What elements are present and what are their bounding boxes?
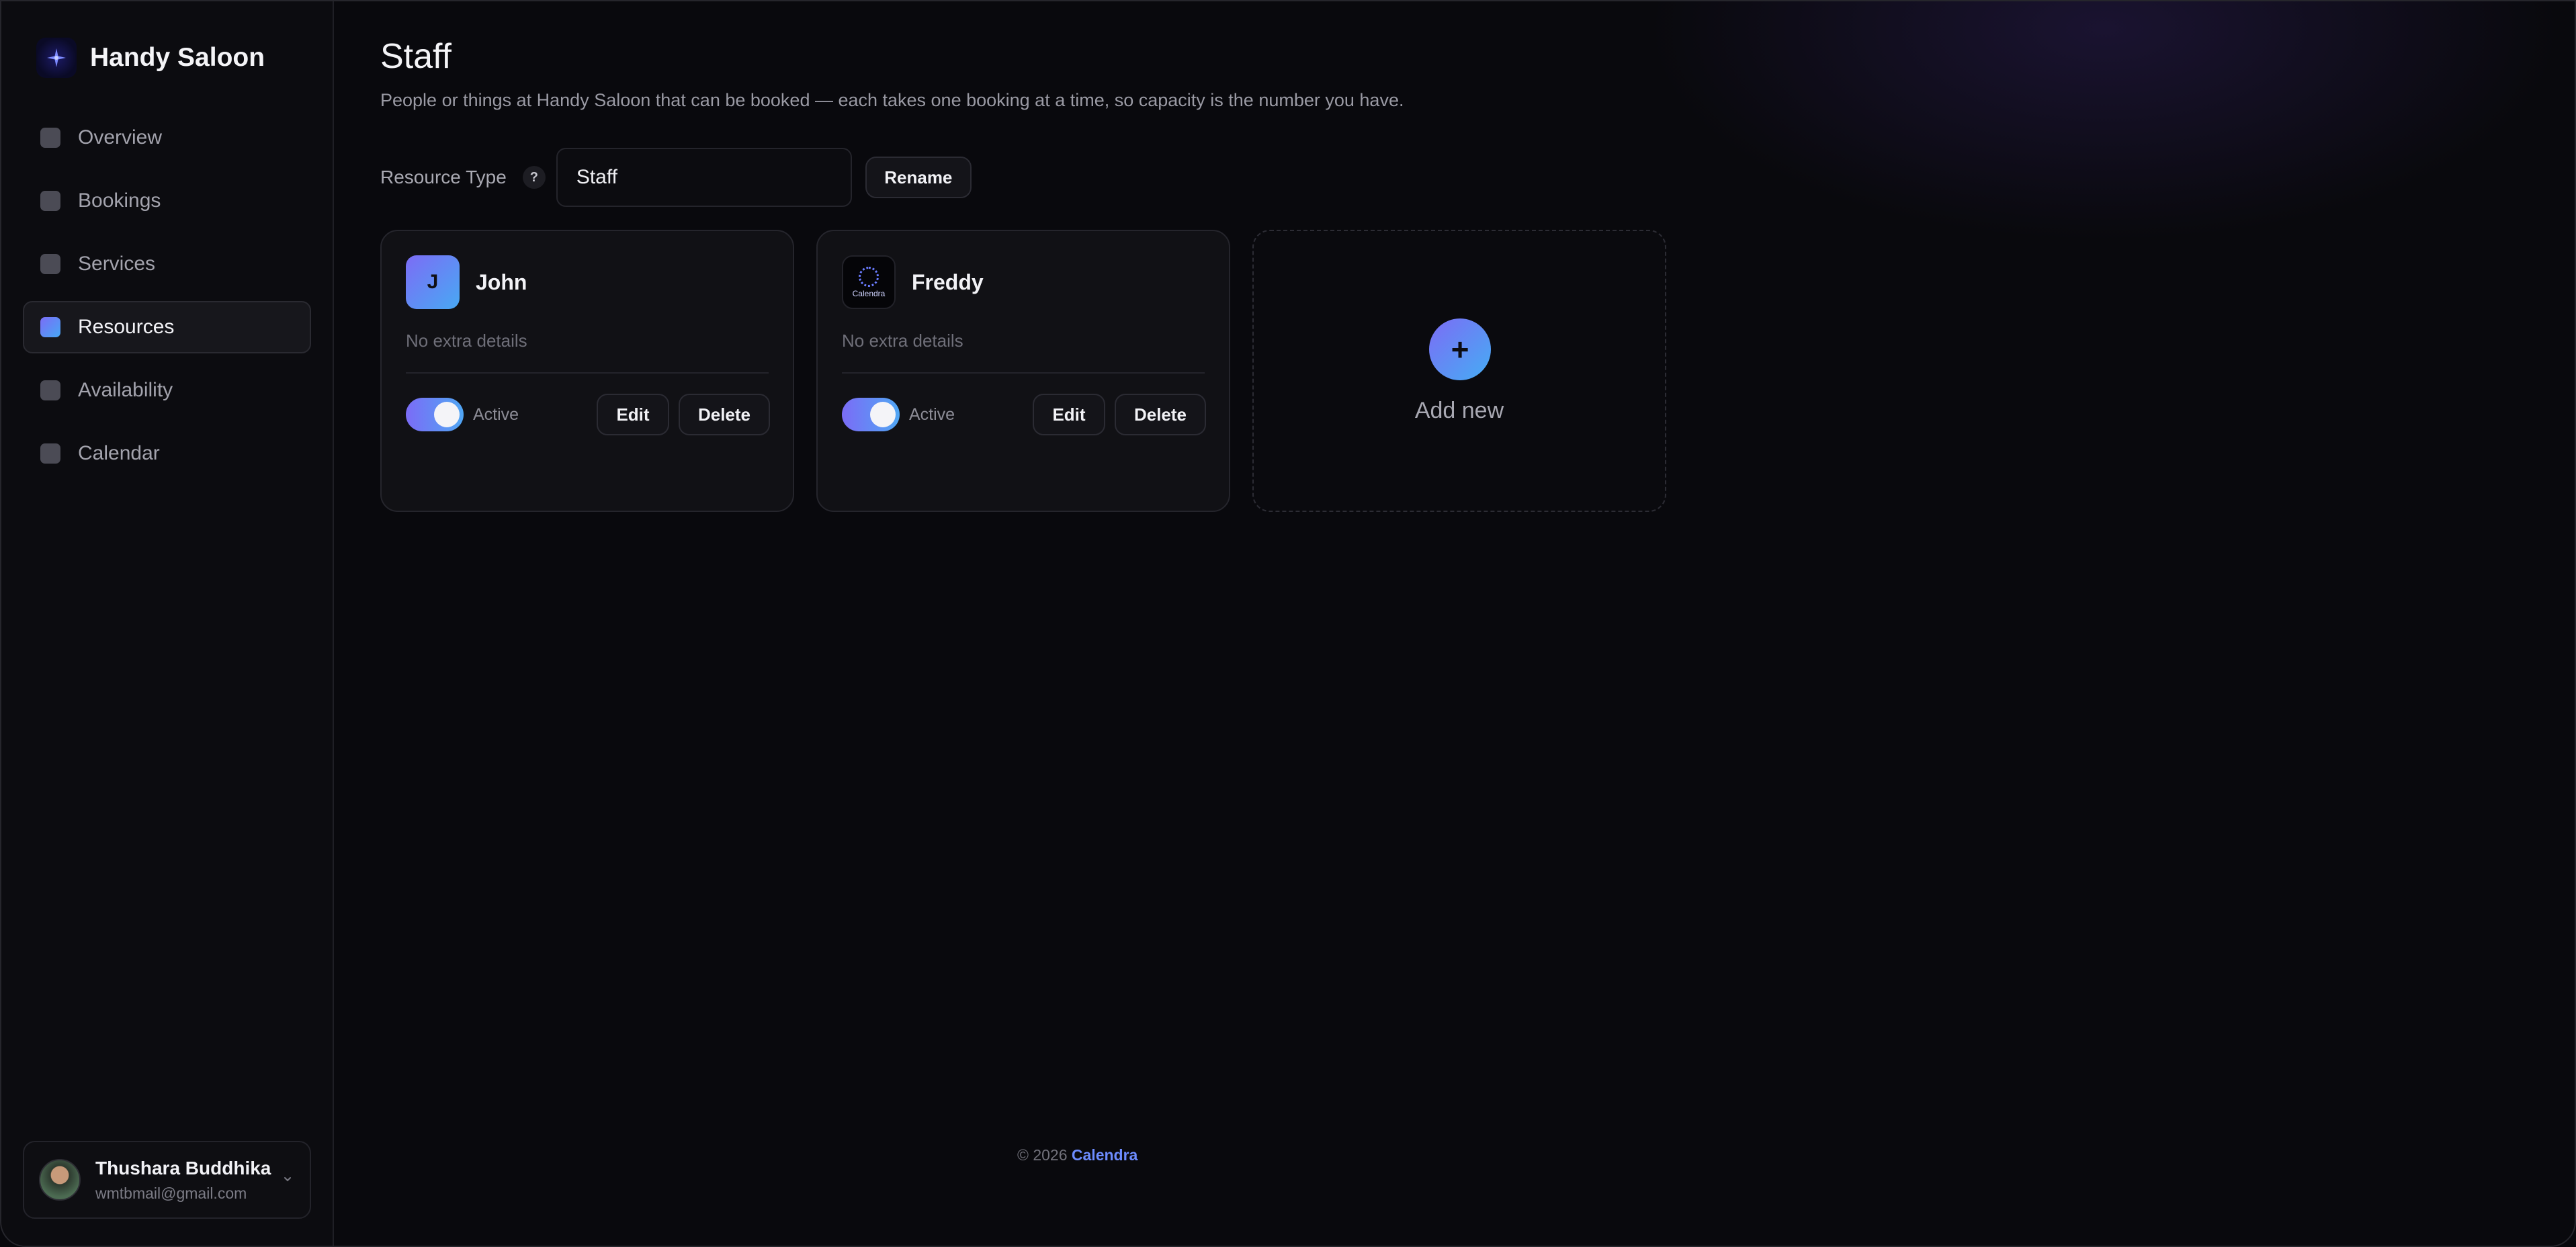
logo-text: Calendra [852, 288, 886, 298]
sidebar: Handy Saloon Overview Bookings Services … [1, 1, 334, 1246]
sidebar-nav: Overview Bookings Services Resources Ava… [23, 112, 311, 490]
resources-icon [40, 317, 60, 337]
copyright-text: © 2026 [1017, 1146, 1068, 1164]
sidebar-item-bookings[interactable]: Bookings [23, 175, 311, 227]
user-menu[interactable]: Thushara Buddhika wmtbmail@gmail.com [23, 1141, 311, 1219]
sidebar-item-label: Overview [78, 126, 163, 148]
edit-button[interactable]: Edit [597, 394, 669, 435]
resource-name: John [476, 269, 527, 294]
rename-button[interactable]: Rename [865, 157, 972, 198]
divider [842, 372, 1205, 374]
calendar-icon [40, 443, 60, 464]
services-icon [40, 254, 60, 274]
availability-icon [40, 380, 60, 400]
toggle-knob [434, 402, 460, 427]
resource-card: J John No extra details Active Edit Dele… [380, 230, 794, 512]
sidebar-item-resources[interactable]: Resources [23, 301, 311, 353]
avatar [39, 1159, 81, 1201]
add-new-card[interactable]: + Add new [1252, 230, 1666, 512]
sidebar-item-availability[interactable]: Availability [23, 364, 311, 417]
help-icon[interactable]: ? [522, 166, 546, 189]
resource-name: Freddy [912, 269, 984, 294]
edit-button[interactable]: Edit [1033, 394, 1105, 435]
status-label: Active [473, 405, 519, 424]
footer: © 2026 Calendra [1017, 1146, 1137, 1164]
footer-brand-link[interactable]: Calendra [1072, 1146, 1137, 1164]
plus-icon[interactable]: + [1429, 318, 1491, 380]
user-info: Thushara Buddhika wmtbmail@gmail.com [95, 1158, 271, 1203]
page-title: Staff [380, 37, 452, 76]
divider [406, 372, 769, 374]
sidebar-item-label: Resources [78, 316, 175, 338]
sidebar-item-overview[interactable]: Overview [23, 112, 311, 164]
sidebar-item-label: Bookings [78, 189, 161, 212]
brand[interactable]: Handy Saloon [36, 38, 265, 78]
active-toggle[interactable] [406, 398, 464, 431]
chevron-down-icon[interactable] [282, 1173, 294, 1189]
delete-button[interactable]: Delete [679, 394, 770, 435]
calendra-logo: Calendra [842, 255, 896, 309]
sidebar-item-label: Calendar [78, 442, 160, 464]
user-email: wmtbmail@gmail.com [95, 1184, 247, 1202]
page-description: People or things at Handy Saloon that ca… [380, 90, 1404, 110]
resource-details: No extra details [406, 331, 527, 351]
brand-logo-icon [36, 38, 77, 78]
status-label: Active [909, 405, 955, 424]
overview-icon [40, 128, 60, 148]
toggle-knob [870, 402, 896, 427]
resource-card: Calendra Freddy No extra details Active … [816, 230, 1230, 512]
sidebar-item-calendar[interactable]: Calendar [23, 427, 311, 480]
resource-details: No extra details [842, 331, 963, 351]
app-window: Handy Saloon Overview Bookings Services … [0, 0, 2576, 1247]
brand-name: Handy Saloon [90, 43, 265, 72]
resource-type-row: Resource Type ? Rename [380, 148, 972, 207]
resource-type-label: Resource Type [380, 167, 507, 187]
bookings-icon [40, 191, 60, 211]
sidebar-item-services[interactable]: Services [23, 238, 311, 290]
resource-type-input[interactable] [556, 148, 852, 207]
clock-icon [859, 266, 879, 287]
resource-avatar: J [406, 255, 460, 309]
delete-button[interactable]: Delete [1115, 394, 1206, 435]
add-new-label: Add new [1414, 398, 1504, 423]
resource-card-header: Calendra Freddy [842, 255, 984, 309]
sidebar-item-label: Services [78, 253, 156, 275]
user-name: Thushara Buddhika [95, 1157, 271, 1178]
resource-card-header: J John [406, 255, 527, 309]
active-toggle[interactable] [842, 398, 900, 431]
sidebar-item-label: Availability [78, 379, 173, 401]
